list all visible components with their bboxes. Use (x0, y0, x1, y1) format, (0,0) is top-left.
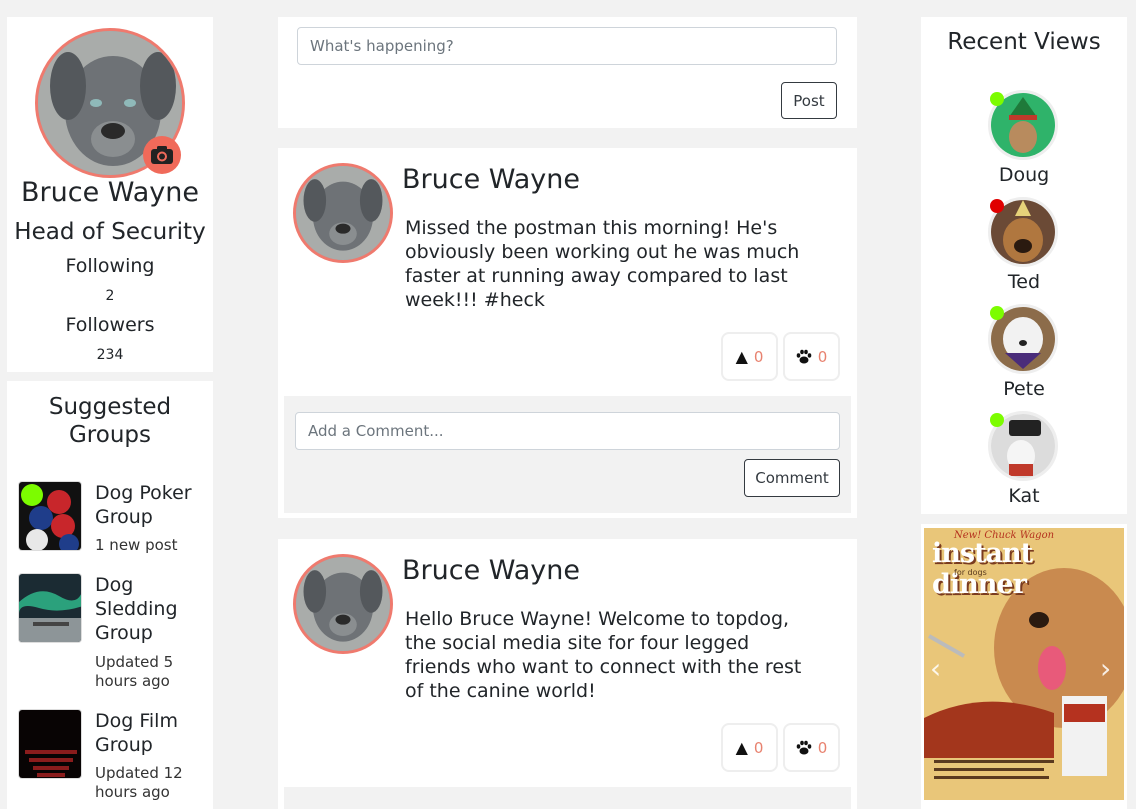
group-name: Dog Film Group (95, 710, 178, 756)
poop-icon: ▲ (735, 738, 748, 757)
group-thumbnail (18, 481, 82, 551)
online-status-dot (990, 92, 1004, 106)
carousel-next-button[interactable]: › (1100, 652, 1111, 685)
group-meta: 1 new post (95, 536, 178, 554)
status-input[interactable]: What's happening? (297, 27, 837, 65)
profile-card: Bruce Wayne Head of Security Following 2… (7, 17, 213, 372)
group-meta: Updated 12 hours ago (95, 764, 183, 801)
online-status-dot (990, 306, 1004, 320)
group-name: Dog Sledding Group (95, 574, 178, 644)
followers-label[interactable]: Followers (7, 314, 213, 336)
suggested-groups-card: Suggested Groups Dog Poker Group 1 new p… (7, 381, 213, 809)
group-meta: Updated 5 hours ago (95, 653, 174, 690)
recent-views-title: Recent Views (947, 29, 1101, 55)
poop-count: 0 (753, 738, 764, 757)
poop-reaction-button[interactable]: ▲ 0 (721, 723, 778, 772)
post-button[interactable]: Post (781, 82, 837, 119)
post-author-avatar[interactable] (293, 554, 393, 654)
paw-count: 0 (817, 738, 828, 757)
paw-reaction-button[interactable]: 0 (783, 723, 840, 772)
ad-carousel[interactable]: New! Chuck Wagon instant dinner for dogs… (921, 524, 1127, 809)
group-thumbnail (18, 573, 82, 643)
paw-icon (796, 349, 812, 364)
suggested-groups-title: Suggested Groups (48, 394, 172, 448)
group-thumbnail (18, 709, 82, 779)
camera-icon (151, 146, 173, 164)
comment-button[interactable]: Comment (744, 459, 840, 497)
poop-reaction-button[interactable]: ▲ 0 (721, 332, 778, 381)
post-author-name[interactable]: Bruce Wayne (402, 164, 580, 195)
recent-views-card: Recent Views Doug Ted Pete Kat (921, 17, 1127, 514)
profile-name: Bruce Wayne (21, 177, 199, 208)
compose-card: What's happening? Post (278, 17, 857, 128)
recent-view-name: Pete (1003, 378, 1045, 400)
poop-icon: ▲ (735, 347, 748, 366)
group-new-indicator (21, 484, 43, 506)
comment-section: Add a Comment... Comment (284, 396, 851, 513)
post-card: Bruce Wayne Missed the postman this morn… (278, 148, 857, 518)
post-text: Hello Bruce Wayne! Welcome to topdog, th… (405, 608, 802, 702)
carousel-prev-button[interactable]: ‹ (930, 652, 941, 685)
paw-reaction-button[interactable]: 0 (783, 332, 840, 381)
ad-image[interactable]: New! Chuck Wagon instant dinner for dogs… (924, 528, 1124, 800)
post-author-name[interactable]: Bruce Wayne (402, 555, 580, 586)
post-author-avatar[interactable] (293, 163, 393, 263)
comment-input[interactable]: Add a Comment... (295, 412, 840, 450)
comment-section (284, 787, 851, 809)
recent-view-name: Kat (1008, 485, 1040, 507)
post-text: Missed the postman this morning! He's ob… (405, 217, 800, 311)
profile-title: Head of Security (14, 219, 206, 245)
group-name: Dog Poker Group (95, 482, 192, 528)
followers-count: 234 (96, 347, 124, 363)
recent-view-name: Doug (998, 164, 1050, 186)
post-card: Bruce Wayne Hello Bruce Wayne! Welcome t… (278, 539, 857, 809)
offline-status-dot (990, 199, 1004, 213)
recent-view-name: Ted (1007, 271, 1041, 293)
poop-count: 0 (753, 347, 764, 366)
following-count: 2 (105, 288, 115, 304)
online-status-dot (990, 413, 1004, 427)
paw-count: 0 (817, 347, 828, 366)
change-photo-button[interactable] (143, 136, 181, 174)
ad-subheadline: for dogs (954, 568, 987, 577)
paw-icon (796, 740, 812, 755)
following-label[interactable]: Following (7, 255, 213, 277)
